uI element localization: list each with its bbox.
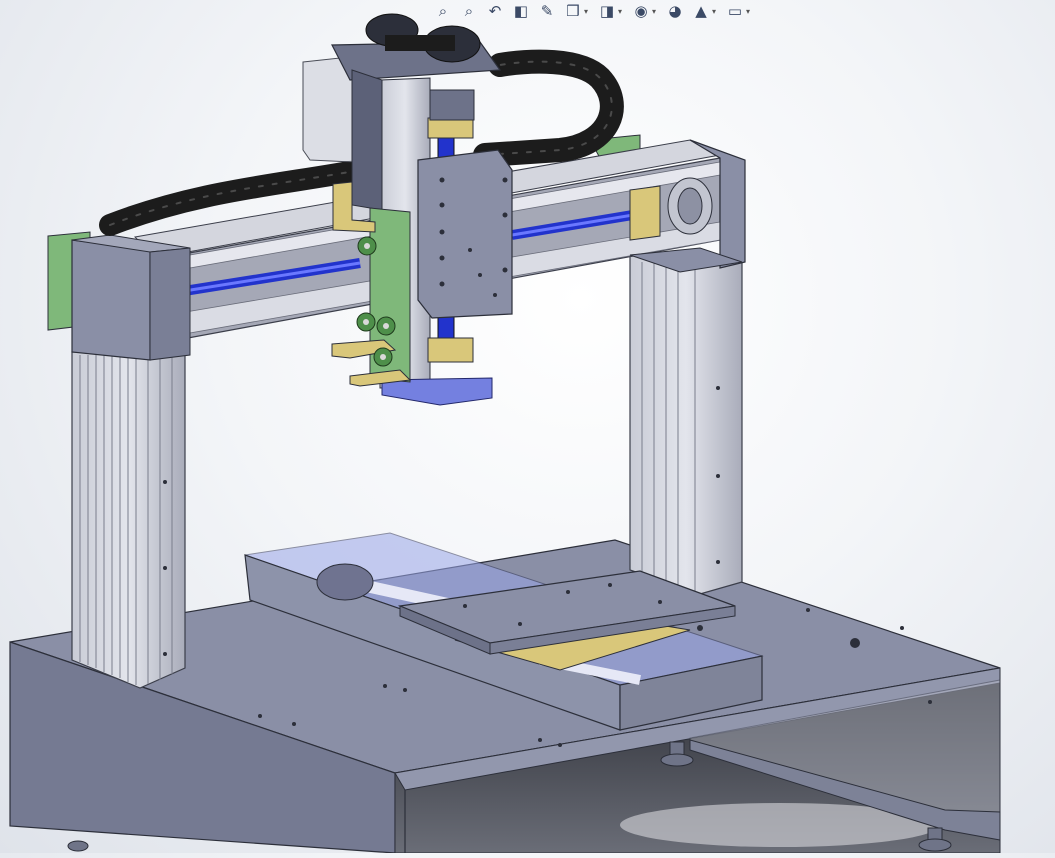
chevron-down-icon[interactable]: ▾ <box>618 7 626 16</box>
chevron-down-icon[interactable]: ▾ <box>652 7 660 16</box>
zoom-to-area-icon[interactable]: ⌕ <box>458 1 480 21</box>
z-axis-carriage <box>302 13 513 406</box>
dynamic-annotation-icon[interactable]: ✎ <box>536 1 558 21</box>
section-view-icon[interactable]: ◧ <box>510 1 532 21</box>
previous-view-icon[interactable]: ↶ <box>484 1 506 21</box>
view-settings-icon[interactable]: ▭ <box>724 1 746 21</box>
view-orientation-icon[interactable]: ❒ <box>562 1 584 21</box>
edit-appearance-icon[interactable]: ◕ <box>664 1 686 21</box>
gantry-model <box>9 13 1001 854</box>
graphics-area[interactable]: ⌕ ⌕ ↶ ◧ ✎ ❒ ▾ ◨ ▾ ◉ ▾ ◕ ▲ ▾ ▭ ▾ <box>0 0 1055 854</box>
chevron-down-icon[interactable]: ▾ <box>584 7 592 16</box>
heads-up-view-toolbar: ⌕ ⌕ ↶ ◧ ✎ ❒ ▾ ◨ ▾ ◉ ▾ ◕ ▲ ▾ ▭ ▾ <box>432 0 754 22</box>
apply-scene-icon[interactable]: ▲ <box>690 1 712 21</box>
chevron-down-icon[interactable]: ▾ <box>746 7 754 16</box>
hide-show-items-icon[interactable]: ◉ <box>630 1 652 21</box>
chevron-down-icon[interactable]: ▾ <box>712 7 720 16</box>
right-column <box>629 254 743 595</box>
zoom-to-fit-icon[interactable]: ⌕ <box>432 1 454 21</box>
left-column <box>71 351 186 689</box>
display-style-icon[interactable]: ◨ <box>596 1 618 21</box>
